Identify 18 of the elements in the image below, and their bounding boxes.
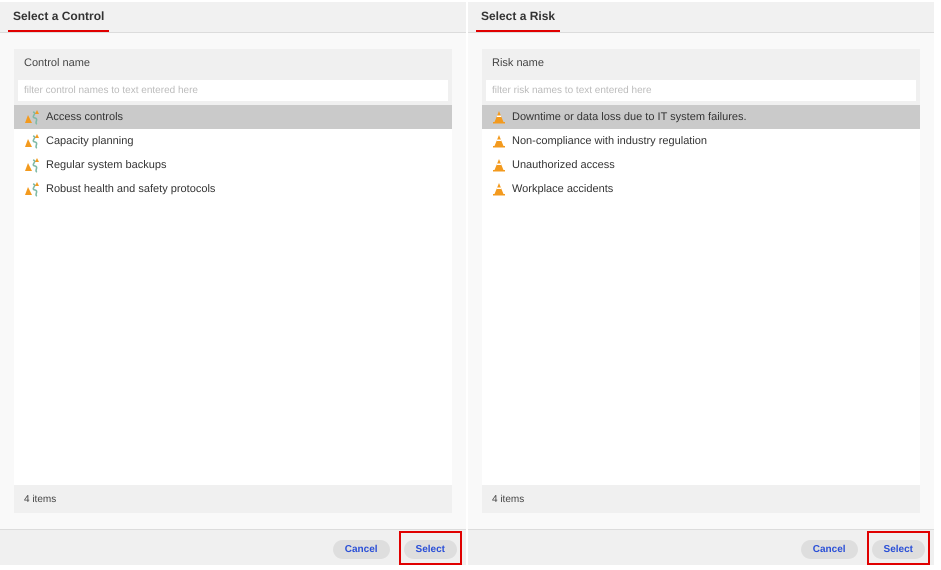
traffic-cone-icon xyxy=(492,134,506,148)
column-header: Risk name xyxy=(491,56,545,71)
traffic-cone-icon xyxy=(492,182,506,196)
dialog-button[interactable]: Select xyxy=(404,540,457,558)
filter-field[interactable]: filter risk names to text entered here xyxy=(486,80,916,101)
traffic-cone-icon xyxy=(492,110,506,124)
list-item[interactable]: Downtime or data loss due to IT system failures. xyxy=(482,105,920,129)
traffic-cone-icon xyxy=(492,158,506,172)
dialog-title: Select a Control xyxy=(8,7,110,32)
filter-field[interactable]: filter control names to text entered here xyxy=(18,80,448,101)
dialog-button[interactable]: Cancel xyxy=(800,540,858,558)
column-header: Control name xyxy=(23,56,92,71)
item-count: 4 items xyxy=(14,485,452,513)
item-count: 4 items xyxy=(482,485,920,513)
dialog-button[interactable]: Select xyxy=(872,540,925,558)
dialog-button[interactable]: Cancel xyxy=(332,540,390,558)
dialog-title: Select a Risk xyxy=(476,7,560,32)
list-item[interactable]: Access controls xyxy=(14,105,452,129)
